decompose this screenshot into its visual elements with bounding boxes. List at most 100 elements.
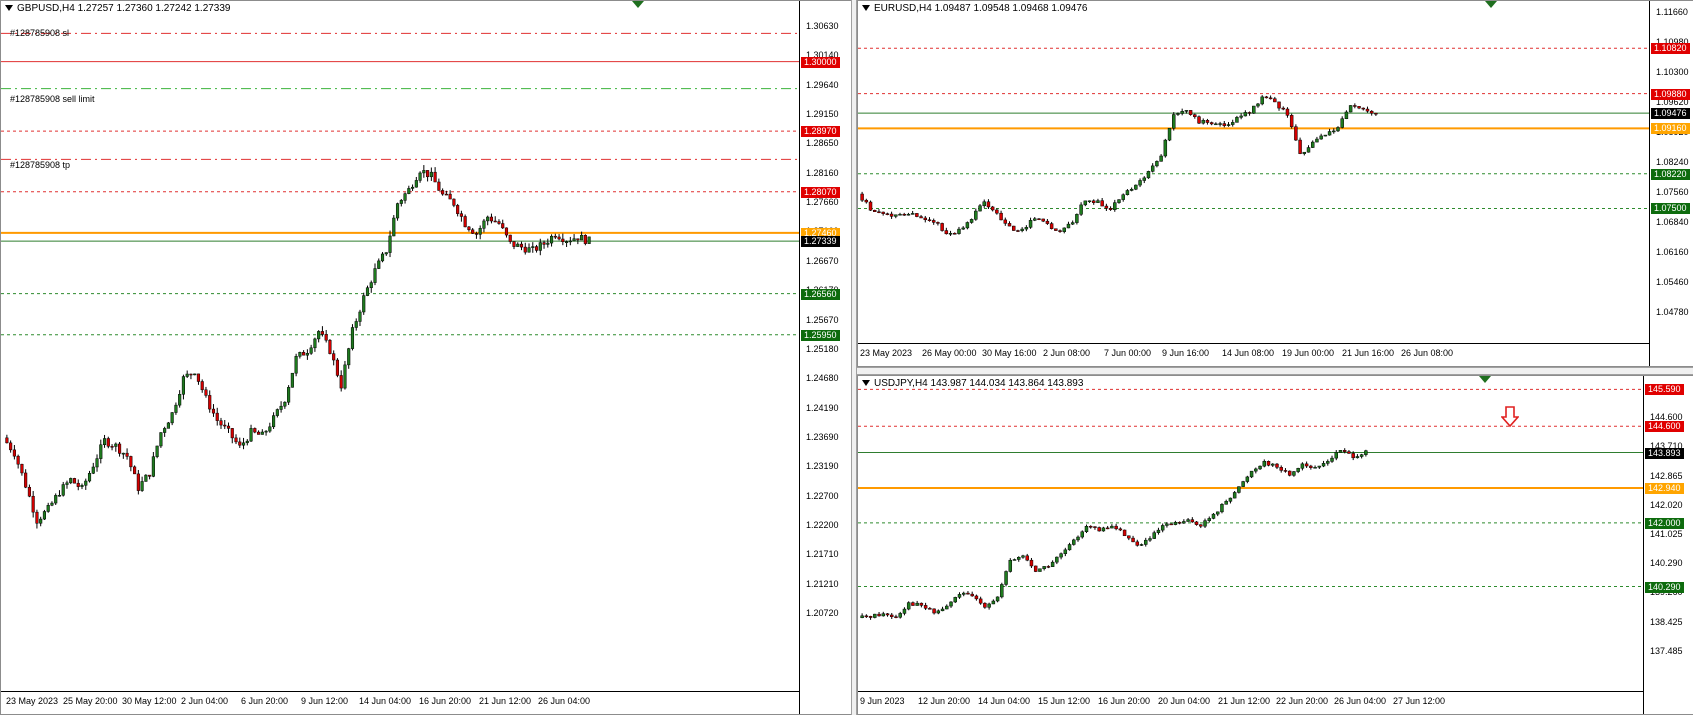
candle-body xyxy=(885,213,890,215)
candle-body xyxy=(407,188,411,194)
price-tag-current[interactable]: 143.893 xyxy=(1645,447,1684,459)
candle-body xyxy=(448,193,452,200)
price-tag-tp[interactable]: 1.07500 xyxy=(1651,203,1690,215)
candle-body xyxy=(343,364,347,389)
candle-body xyxy=(1041,218,1045,222)
candle-body xyxy=(1054,228,1058,231)
price-tag-sl[interactable]: 144.600 xyxy=(1645,421,1684,433)
candle-body xyxy=(493,220,497,223)
candle-body xyxy=(1125,190,1130,196)
candle-body xyxy=(1313,467,1317,469)
candle-body xyxy=(923,605,928,609)
candle-body xyxy=(1266,461,1271,466)
candle-body xyxy=(1105,527,1110,530)
candle-body xyxy=(1088,526,1093,528)
price-tag-tp[interactable]: 142.000 xyxy=(1645,517,1684,529)
candle-body xyxy=(1012,559,1017,561)
candle-body xyxy=(974,210,978,220)
candle-body xyxy=(1230,122,1235,125)
date-tick-label: 16 Jun 20:00 xyxy=(419,696,472,706)
usdjpy-price-axis[interactable]: 145.445144.600143.710142.865142.020141.0… xyxy=(1643,376,1693,714)
candle-body xyxy=(1150,165,1155,172)
usdjpy-chart-area[interactable] xyxy=(858,376,1643,694)
date-tick-label: 9 Jun 12:00 xyxy=(301,696,349,706)
price-tag-tp[interactable]: 1.25950 xyxy=(801,329,840,341)
gbpusd-chart-area[interactable] xyxy=(1,1,799,692)
candle-body xyxy=(1294,126,1298,141)
price-tag-tp[interactable]: 1.26560 xyxy=(801,288,840,300)
candle-body xyxy=(983,602,987,608)
candle-body xyxy=(1177,522,1182,524)
chart-window-gbpusd[interactable]: 1.30630 1.30140 1.29640 1.29150 1.28650 1.281… xyxy=(0,0,852,715)
price-tag-current[interactable]: 1.27339 xyxy=(801,236,840,248)
candle-body xyxy=(1330,457,1334,462)
candle-body xyxy=(987,603,991,608)
candle-body xyxy=(305,353,309,356)
candle-body xyxy=(531,246,535,248)
price-tick-label: 1.23690 xyxy=(806,431,839,442)
price-tag-tp[interactable]: 1.08220 xyxy=(1651,168,1690,180)
price-tag-sl[interactable]: 1.28970 xyxy=(801,126,840,138)
date-tick-label: 2 Jun 04:00 xyxy=(181,696,229,706)
candle-body xyxy=(1342,450,1347,452)
candle-body xyxy=(31,495,35,513)
chart-window-eurusd[interactable]: 1.116601.109801.103001.096201.089201.082… xyxy=(857,0,1693,367)
candle-body xyxy=(1351,453,1355,459)
price-tag-sl[interactable]: 1.10820 xyxy=(1651,43,1690,55)
candle-body xyxy=(1359,454,1364,457)
price-tag-sl[interactable]: 1.09880 xyxy=(1651,88,1690,100)
candle-body xyxy=(377,260,381,269)
candle-body xyxy=(414,180,418,188)
price-tag-order[interactable]: 142.940 xyxy=(1645,482,1684,494)
candle-body xyxy=(1364,450,1368,455)
candle-body xyxy=(245,440,249,444)
price-tick-label: 1.26670 xyxy=(806,255,839,266)
eurusd-chart-area[interactable] xyxy=(858,1,1649,346)
date-tick-label: 20 Jun 04:00 xyxy=(1158,696,1211,706)
candle-body xyxy=(894,214,898,217)
price-tag-sl[interactable]: 1.30000 xyxy=(801,56,840,68)
candle-body xyxy=(1203,520,1207,527)
candle-body xyxy=(1165,523,1169,526)
candle-body xyxy=(1323,134,1328,137)
gbpusd-date-axis[interactable]: 23 May 2023 25 May 20:00 30 May 12:00 2 Jun… xyxy=(1,691,799,714)
candle-body xyxy=(919,216,923,219)
price-tick-label: 1.06840 xyxy=(1656,217,1689,227)
gbpusd-price-axis[interactable]: 1.30630 1.30140 1.29640 1.29150 1.28650 1.281… xyxy=(799,1,852,714)
price-tag-sl[interactable]: 145.590 xyxy=(1645,384,1684,396)
candle-body xyxy=(961,227,965,230)
chart-shift-icon[interactable] xyxy=(1479,376,1491,383)
chart-shift-icon[interactable] xyxy=(1485,1,1497,8)
candle-body xyxy=(99,444,103,459)
eurusd-date-axis[interactable]: 23 May 2023 26 May 00:00 30 May 16:00 2 Jun… xyxy=(858,343,1649,366)
price-tag-sl[interactable]: 1.28070 xyxy=(801,186,840,198)
usdjpy-date-axis[interactable]: 9 Jun 2023 12 Jun 20:00 14 Jun 04:00 15 Jun… xyxy=(858,691,1643,714)
candle-body xyxy=(1072,539,1076,545)
candle-body xyxy=(1104,205,1109,209)
price-tag-order[interactable]: 1.09160 xyxy=(1651,123,1690,135)
dropdown-triangle-icon xyxy=(5,5,13,12)
candle-body xyxy=(1319,135,1323,140)
horizontal-splitter[interactable] xyxy=(857,367,1693,375)
candle-body xyxy=(1243,112,1248,117)
price-tick-label: 1.25180 xyxy=(806,343,839,354)
candle-body xyxy=(1315,138,1319,143)
price-tag-current[interactable]: 1.09476 xyxy=(1651,108,1690,120)
candle-body xyxy=(422,170,426,174)
date-tick-label: 23 May 2023 xyxy=(6,696,59,706)
candle-body xyxy=(881,211,885,214)
candle-body xyxy=(587,236,591,244)
candle-body xyxy=(181,376,185,395)
eurusd-price-axis[interactable]: 1.116601.109801.103001.096201.089201.082… xyxy=(1649,1,1693,366)
candle-body xyxy=(76,482,80,487)
candle-body xyxy=(1046,566,1051,568)
candle-body xyxy=(1131,537,1135,543)
chart-window-usdjpy[interactable]: 145.445144.600143.710142.865142.020141.0… xyxy=(857,375,1693,715)
chart-shift-icon[interactable] xyxy=(632,1,644,8)
price-tag-tp[interactable]: 140.290 xyxy=(1645,581,1684,593)
candle-body xyxy=(320,331,324,335)
candle-body xyxy=(1369,110,1374,114)
candle-body xyxy=(1344,111,1349,119)
candle-body xyxy=(966,592,970,595)
price-tick-label: 1.21710 xyxy=(806,549,839,560)
